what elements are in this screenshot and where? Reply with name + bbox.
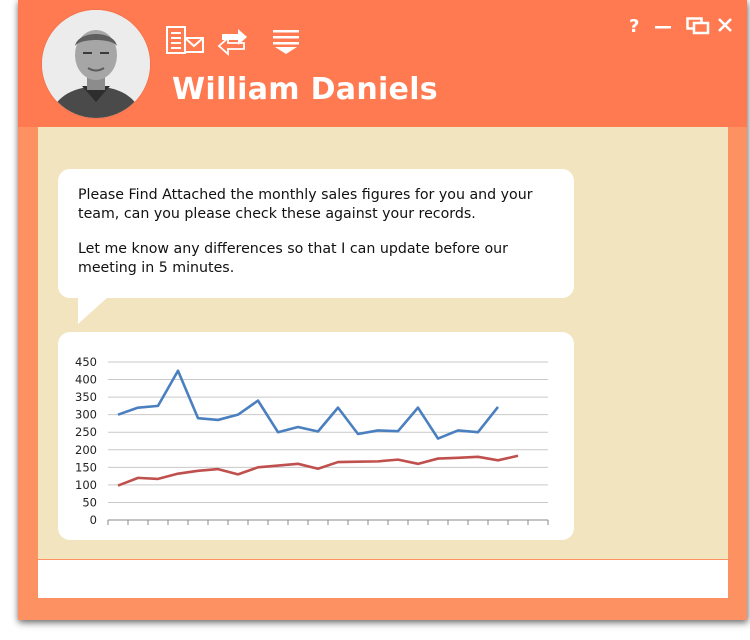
y-tick-label: 0 [90, 513, 97, 527]
menu-dropdown-icon[interactable] [272, 26, 300, 60]
y-tick-label: 350 [75, 390, 97, 404]
message-input[interactable] [38, 560, 728, 598]
y-tick-label: 450 [75, 355, 97, 369]
close-icon[interactable] [716, 14, 734, 40]
y-tick-label: 150 [75, 460, 97, 474]
bubble-tail [78, 297, 108, 324]
message-text: Please Find Attached the monthly sales f… [78, 186, 558, 294]
help-icon[interactable]: ? [628, 14, 642, 40]
message-bubble: Please Find Attached the monthly sales f… [58, 169, 574, 298]
y-tick-label: 250 [75, 425, 97, 439]
minimize-icon[interactable] [654, 14, 672, 40]
chat-window: William Daniels ? Please Find Attached t… [18, 0, 747, 620]
message-paragraph: Please Find Attached the monthly sales f… [78, 187, 533, 222]
y-tick-label: 200 [75, 443, 97, 457]
conversation-area: Please Find Attached the monthly sales f… [38, 127, 728, 559]
message-paragraph: Let me know any differences so that I ca… [78, 241, 508, 276]
window-header: William Daniels ? [18, 0, 747, 127]
swap-arrows-icon[interactable] [216, 26, 250, 60]
y-tick-label: 50 [82, 495, 97, 509]
series-line-1 [117, 369, 500, 440]
avatar[interactable] [42, 10, 150, 118]
y-tick-label: 400 [75, 373, 97, 387]
email-attachment-icon[interactable] [166, 26, 206, 60]
restore-icon[interactable] [686, 14, 710, 40]
avatar-photo [42, 10, 150, 118]
y-tick-label: 100 [75, 478, 97, 492]
y-tick-label: 300 [75, 408, 97, 422]
chart-attachment[interactable]: 0 50 100 150 200 250 300 350 400 450 [58, 332, 574, 540]
contact-name: William Daniels [172, 72, 438, 107]
help-glyph: ? [629, 16, 639, 36]
series-line-2 [117, 454, 519, 487]
sales-line-chart: 0 50 100 150 200 250 300 350 400 450 [75, 355, 549, 527]
